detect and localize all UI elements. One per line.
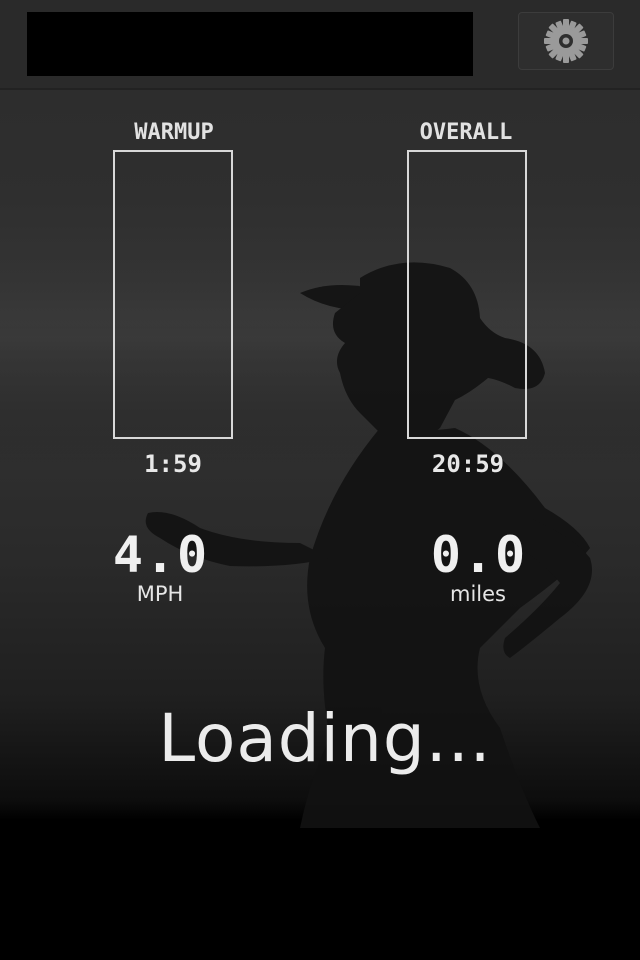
distance-unit: miles [450,582,506,606]
title-banner [27,12,473,76]
gear-icon [544,19,588,63]
overall-label: OVERALL [419,120,513,145]
speed-value: 4.0 [112,526,210,584]
settings-button[interactable] [518,12,614,70]
warmup-time: 1:59 [144,450,202,478]
warmup-label: WARMUP [134,120,214,145]
overall-progress-bar [407,150,527,439]
loading-status: Loading... [158,700,492,777]
speed-unit: MPH [136,582,184,606]
distance-value: 0.0 [430,526,528,584]
top-bar [0,0,640,90]
app-screen: WARMUP 1:59 OVERALL 20:59 4.0 MPH 0.0 mi… [0,0,640,960]
overall-time: 20:59 [431,450,505,478]
warmup-progress-bar [113,150,233,439]
